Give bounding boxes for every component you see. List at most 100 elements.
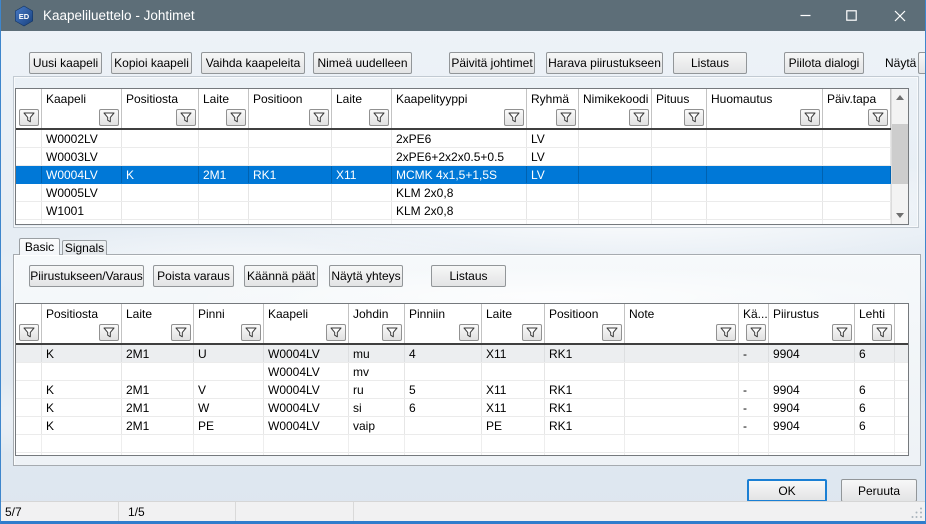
funnel-icon [230,112,242,123]
filter-button[interactable] [504,109,524,126]
cell: 5 [405,381,482,398]
filter-button[interactable] [629,109,649,126]
filter-button[interactable] [99,324,119,341]
scroll-down-button[interactable] [892,207,908,224]
cell [545,363,625,380]
column-header: Ryhmä [527,89,579,108]
new-cable-button[interactable]: Uusi kaapeli [29,52,102,74]
filter-button[interactable] [241,324,261,341]
tab-basic[interactable]: Basic [19,238,60,255]
cell [405,363,482,380]
filter-button[interactable] [19,109,39,126]
filter-button[interactable] [226,109,246,126]
to-drawing-reserve-button[interactable]: Piirustukseen/Varaus [29,265,144,287]
cell: LV [527,130,579,147]
cell [122,363,194,380]
cell: 6 [855,381,895,398]
filter-cell [349,323,405,343]
filter-button[interactable] [872,324,892,341]
resize-grip-icon[interactable] [911,507,923,519]
harvest-to-drawing-button[interactable]: Harava piirustukseen [546,52,663,74]
filter-button[interactable] [309,109,329,126]
cell: W0005LV [42,184,122,201]
filter-button[interactable] [459,324,479,341]
tab-signals[interactable]: Signals [62,240,107,255]
cell: W0003LV [42,148,122,165]
rename-button[interactable]: Nimeä uudelleen [313,52,412,74]
filter-button[interactable] [800,109,820,126]
filter-button[interactable] [746,324,766,341]
filter-button[interactable] [326,324,346,341]
filter-button[interactable] [602,324,622,341]
cell [194,363,264,380]
funnel-icon [720,327,732,338]
filter-button[interactable] [868,109,888,126]
cell [625,345,739,362]
column-header: Positiosta [42,304,122,323]
table-row[interactable]: K2M1VW0004LVru5X11RK1-99046 [16,381,908,399]
filter-cell [625,323,739,343]
maximize-button[interactable] [828,0,874,31]
ok-button[interactable]: OK [747,479,827,502]
close-button[interactable] [874,0,925,31]
hide-dialog-button[interactable]: Piilota dialogi [784,52,864,74]
update-conductors-button[interactable]: Päivitä johtimet [449,52,535,74]
cell [769,363,855,380]
row-selector [16,417,42,434]
cell: KLM 2x0,8 [392,202,527,219]
table-row[interactable]: W0004LVmv [16,363,908,381]
cell [579,148,652,165]
filter-button[interactable] [522,324,542,341]
scroll-up-button[interactable] [892,89,908,106]
funnel-icon [836,327,848,338]
column-header: Johdin [349,304,405,323]
cell [249,184,332,201]
table-row[interactable]: K2M1WW0004LVsi6X11RK1-99046 [16,399,908,417]
clipped-button[interactable] [918,52,926,74]
filter-button[interactable] [171,324,191,341]
remove-reserve-button[interactable]: Poista varaus [153,265,234,287]
minimize-button[interactable] [782,0,828,31]
table-row[interactable]: W1001KLM 2x0,8 [16,202,908,220]
filter-button[interactable] [19,324,39,341]
table-row[interactable]: K2M1UW0004LVmu4X11RK1-99046 [16,345,908,363]
table-row[interactable]: W0002LV2xPE6LV [16,130,908,148]
titlebar: ED Kaapeliluettelo - Johtimet [1,0,925,31]
row-selector [16,130,42,147]
cell: RK1 [545,417,625,434]
filter-button[interactable] [369,109,389,126]
table-row[interactable]: W0004LVK2M1RK1X11MCMK 4x1,5+1,5SLV [16,166,908,184]
cancel-button[interactable]: Peruuta [841,479,917,502]
filter-button[interactable] [684,109,704,126]
scrollbar-thumb[interactable] [892,124,908,184]
table-row[interactable]: W0005LVKLM 2x0,8 [16,184,908,202]
table-row[interactable]: K2M1PEW0004LVvaipPERK1-99046 [16,417,908,435]
copy-cable-button[interactable]: Kopioi kaapeli [111,52,192,74]
cell [823,184,891,201]
filter-button[interactable] [832,324,852,341]
filter-button[interactable] [716,324,736,341]
table-row[interactable]: W0003LV2xPE6+2x2x0.5+0.5LV [16,148,908,166]
show-connection-button[interactable]: Näytä yhteys [329,265,403,287]
chevron-up-icon [896,95,904,100]
filter-cell [249,108,332,128]
cell: 6 [855,345,895,362]
cell: K [42,417,122,434]
swap-cables-button[interactable]: Vaihda kaapeleita [201,52,305,74]
filter-cell [482,323,545,343]
row-selector [16,363,42,380]
listing-button-conductors[interactable]: Listaus [431,265,506,287]
column-header: Kä... [739,304,769,323]
column-header: Positioon [545,304,625,323]
listing-button[interactable]: Listaus [673,52,747,74]
filter-button[interactable] [99,109,119,126]
row-selector [16,148,42,165]
cell [707,130,823,147]
empty-row [16,220,908,225]
vertical-scrollbar[interactable] [891,89,908,224]
flip-ends-button[interactable]: Käännä päät [244,265,318,287]
filter-button[interactable] [382,324,402,341]
filter-button[interactable] [556,109,576,126]
filter-button[interactable] [176,109,196,126]
row-selector [16,345,42,362]
